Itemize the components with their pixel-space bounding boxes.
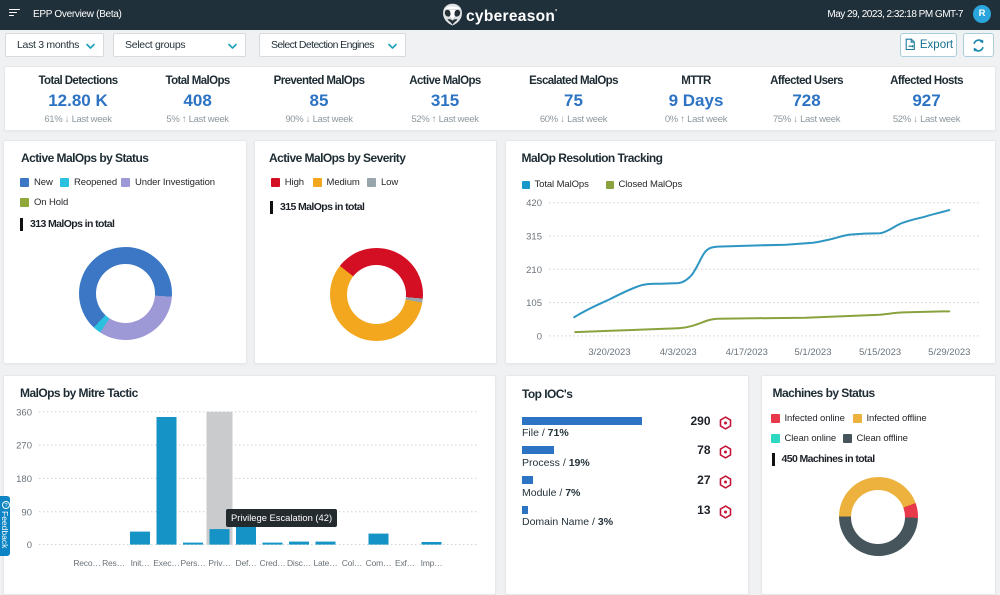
svg-text:5/15/2023: 5/15/2023 bbox=[858, 347, 900, 358]
svg-text:Com…: Com… bbox=[366, 558, 392, 568]
svg-text:Exec…: Exec… bbox=[153, 558, 179, 568]
svg-text:0: 0 bbox=[536, 331, 541, 342]
svg-text:Pers…: Pers… bbox=[181, 558, 206, 568]
svg-text:Priv…: Priv… bbox=[208, 558, 230, 568]
svg-text:5/29/2023: 5/29/2023 bbox=[928, 347, 970, 358]
svg-text:Imp…: Imp… bbox=[421, 558, 443, 568]
svg-text:Def…: Def… bbox=[236, 558, 257, 568]
svg-text:270: 270 bbox=[16, 441, 32, 452]
svg-text:Reco…: Reco… bbox=[73, 558, 100, 568]
svg-text:210: 210 bbox=[526, 265, 542, 276]
svg-text:4/3/2023: 4/3/2023 bbox=[659, 347, 696, 358]
svg-text:Col…: Col… bbox=[342, 558, 362, 568]
svg-text:?: ? bbox=[4, 503, 7, 509]
svg-text:Cred…: Cred… bbox=[260, 558, 286, 568]
svg-text:420: 420 bbox=[526, 198, 542, 209]
svg-text:4/17/2023: 4/17/2023 bbox=[725, 347, 767, 358]
svg-text:360: 360 bbox=[16, 407, 32, 418]
svg-text:Exf…: Exf… bbox=[395, 558, 415, 568]
svg-text:90: 90 bbox=[21, 507, 32, 518]
svg-text:Res…: Res… bbox=[102, 558, 125, 568]
svg-text:3/20/2023: 3/20/2023 bbox=[588, 347, 630, 358]
svg-text:Disc…: Disc… bbox=[287, 558, 311, 568]
svg-text:180: 180 bbox=[16, 474, 32, 485]
svg-text:0: 0 bbox=[27, 540, 32, 551]
svg-text:315: 315 bbox=[526, 232, 542, 243]
svg-text:Late…: Late… bbox=[313, 558, 337, 568]
svg-text:105: 105 bbox=[526, 298, 542, 309]
svg-text:Init…: Init… bbox=[131, 558, 150, 568]
svg-text:5/1/2023: 5/1/2023 bbox=[794, 347, 831, 358]
